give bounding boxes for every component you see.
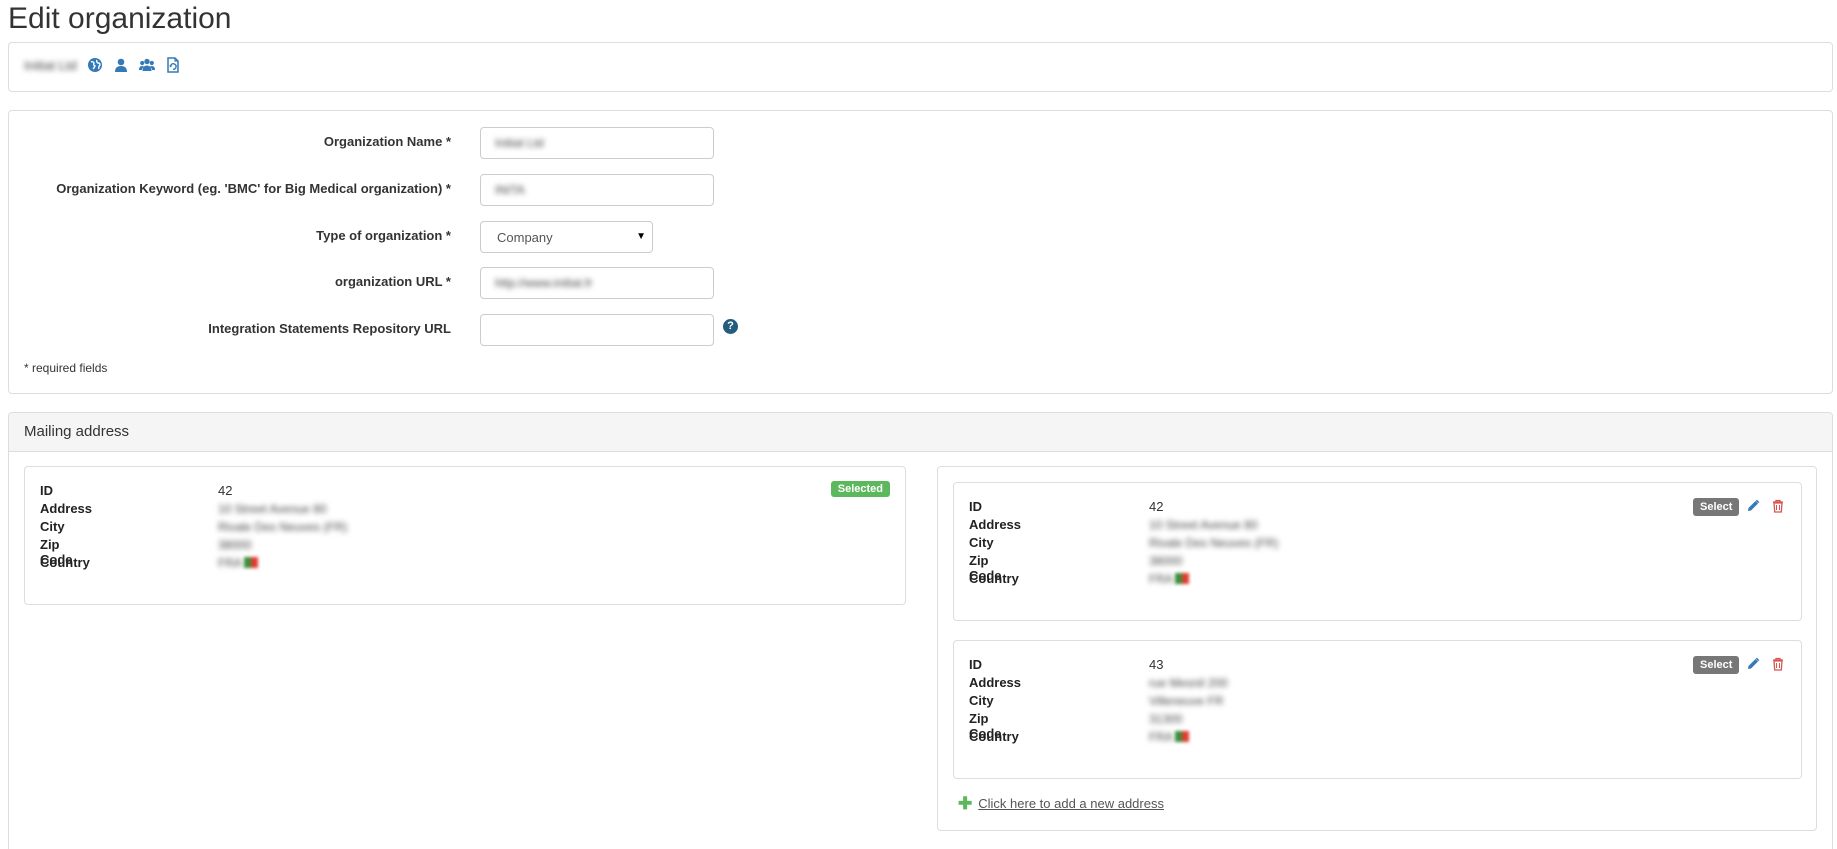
- zip-value-text: 38000: [1149, 554, 1183, 568]
- users-icon[interactable]: [138, 57, 155, 73]
- trash-icon[interactable]: [1771, 657, 1785, 671]
- add-address-link-text: Click here to add a new address: [978, 796, 1164, 811]
- country-value-text: FRA: [1149, 572, 1173, 586]
- city-value: Rivale Des Neuves (FR): [218, 519, 347, 534]
- type-label: Type of organization *: [316, 228, 451, 243]
- country-label: Country: [40, 555, 90, 570]
- keyword-input[interactable]: INITA: [480, 174, 714, 206]
- id-label: ID: [969, 499, 982, 514]
- form-row-url: organization URL * http://www.initiat.fr: [9, 267, 1009, 299]
- country-value: FRA: [1149, 571, 1189, 587]
- keyword-value: INITA: [495, 183, 525, 197]
- city-label: City: [40, 519, 65, 534]
- org-toolbar: Initiat Ltd: [24, 57, 181, 73]
- form-row-keyword: Organization Keyword (eg. 'BMC' for Big …: [9, 174, 1009, 206]
- address-item: ID 43 Address rue Mesnil 200 City Villen…: [953, 640, 1802, 779]
- country-value: FRA: [1149, 729, 1189, 745]
- address-value-text: 10 Street Avenue 80: [218, 502, 327, 516]
- city-label: City: [969, 693, 994, 708]
- city-value: Villeneuve FR: [1149, 693, 1223, 708]
- country-label: Country: [969, 729, 1019, 744]
- integration-url-input[interactable]: [480, 314, 714, 346]
- city-value: Rivale Des Neuves (FR): [1149, 535, 1278, 550]
- organization-form-panel: Organization Name * Initiat Ltd Organiza…: [8, 110, 1833, 394]
- address-list-card: ID 42 Address 10 Street Avenue 80 City R…: [937, 466, 1817, 831]
- integration-url-label: Integration Statements Repository URL: [208, 321, 451, 336]
- city-value-text: Rivale Des Neuves (FR): [218, 520, 348, 534]
- plus-icon: ✚: [958, 793, 973, 813]
- org-name-blurred: Initiat Ltd: [24, 57, 77, 73]
- city-label: City: [969, 535, 994, 550]
- url-label: organization URL *: [334, 274, 451, 289]
- country-value: FRA: [218, 555, 258, 571]
- city-value-text: Rivale Des Neuves (FR): [1149, 536, 1279, 550]
- address-value: 10 Street Avenue 80: [218, 501, 327, 516]
- form-row-type: Type of organization * Company ▼: [9, 221, 1009, 253]
- selected-badge: Selected: [830, 481, 890, 497]
- zip-value-text: 38000: [218, 538, 252, 552]
- pencil-icon[interactable]: [1746, 657, 1760, 671]
- trash-icon[interactable]: [1771, 499, 1785, 513]
- address-label: Address: [40, 501, 93, 516]
- city-value-text: Villeneuve FR: [1149, 694, 1224, 708]
- page-title: Edit organization: [8, 2, 232, 35]
- country-value-text: FRA: [218, 556, 242, 570]
- select-address-button[interactable]: Select: [1693, 656, 1740, 674]
- id-value: 42: [1149, 499, 1164, 514]
- organization-name-input[interactable]: Initiat Ltd: [480, 127, 714, 159]
- address-value: rue Mesnil 200: [1149, 675, 1228, 690]
- country-flag-icon: [1175, 730, 1189, 745]
- select-address-button[interactable]: Select: [1693, 498, 1740, 516]
- id-label: ID: [40, 483, 53, 498]
- form-row-integration-url: Integration Statements Repository URL ?: [9, 314, 1009, 346]
- organization-name-label: Organization Name *: [323, 134, 451, 149]
- type-select-value: Company: [497, 229, 553, 245]
- user-icon[interactable]: [113, 57, 129, 73]
- address-label: Address: [969, 517, 1022, 532]
- type-select[interactable]: Company ▼: [480, 221, 653, 253]
- zip-value-text: 31300: [1149, 712, 1183, 726]
- mailing-address-heading: Mailing address: [9, 413, 1832, 452]
- mailing-address-panel: Mailing address ID 42 Address 10 Street …: [8, 412, 1833, 849]
- address-value-text: 10 Street Avenue 80: [1149, 518, 1258, 532]
- url-value: http://www.initiat.fr: [495, 276, 593, 290]
- required-fields-note: * required fields: [24, 361, 108, 375]
- org-toolbar-panel: Initiat Ltd: [8, 42, 1833, 92]
- pencil-icon[interactable]: [1746, 499, 1760, 513]
- organization-name-value: Initiat Ltd: [495, 136, 544, 150]
- country-value-text: FRA: [1149, 730, 1173, 744]
- id-label: ID: [969, 657, 982, 672]
- form-row-organization-name: Organization Name * Initiat Ltd: [9, 127, 1009, 159]
- selected-address-card: ID 42 Address 10 Street Avenue 80 City R…: [24, 466, 906, 605]
- globe-icon[interactable]: [87, 57, 103, 73]
- country-flag-icon: [244, 556, 258, 571]
- keyword-label: Organization Keyword (eg. 'BMC' for Big …: [56, 181, 451, 196]
- address-value-text: rue Mesnil 200: [1149, 676, 1228, 690]
- help-icon[interactable]: ?: [723, 319, 738, 334]
- address-item: ID 42 Address 10 Street Avenue 80 City R…: [953, 482, 1802, 621]
- zip-value: 38000: [1149, 553, 1182, 568]
- url-input[interactable]: http://www.initiat.fr: [480, 267, 714, 299]
- country-flag-icon: [1175, 572, 1189, 587]
- country-label: Country: [969, 571, 1019, 586]
- id-value: 43: [1149, 657, 1164, 672]
- zip-value: 31300: [1149, 711, 1182, 726]
- chevron-down-icon: ▼: [636, 231, 646, 242]
- id-value: 42: [218, 483, 233, 498]
- address-value: 10 Street Avenue 80: [1149, 517, 1258, 532]
- zip-value: 38000: [218, 537, 251, 552]
- mailing-address-title: Mailing address: [24, 423, 130, 440]
- document-refresh-icon[interactable]: [165, 57, 181, 73]
- add-address-link[interactable]: ✚ Click here to add a new address: [958, 793, 1164, 813]
- address-label: Address: [969, 675, 1022, 690]
